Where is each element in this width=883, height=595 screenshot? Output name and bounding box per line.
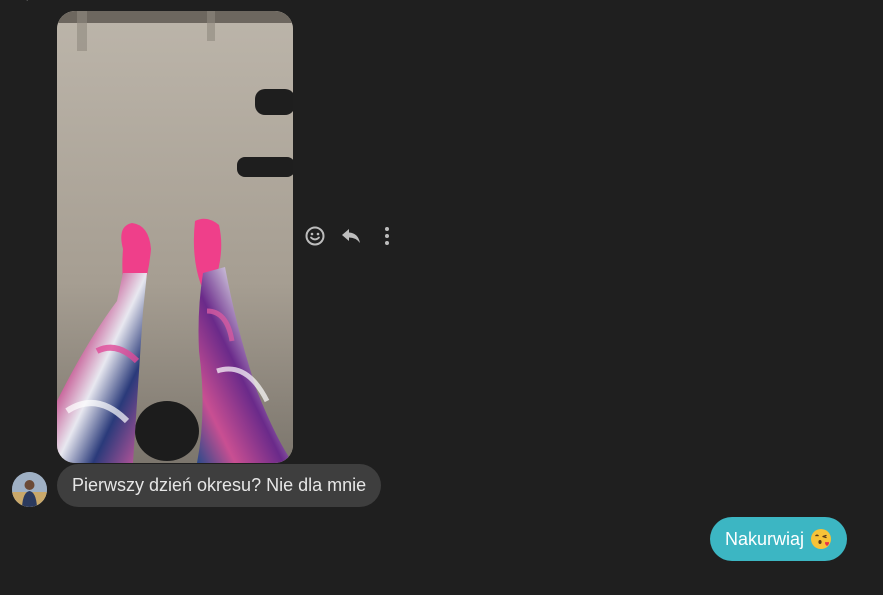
message-actions xyxy=(304,224,398,248)
message-photo[interactable] xyxy=(57,11,293,463)
more-vertical-icon xyxy=(385,227,389,245)
face-blowing-kiss-emoji xyxy=(811,529,831,549)
previous-message-fragment xyxy=(26,0,28,1)
outgoing-message-text: Nakurwiaj xyxy=(724,529,804,549)
smiley-icon xyxy=(305,226,325,246)
reply-icon xyxy=(342,229,360,243)
more-button[interactable] xyxy=(376,224,398,248)
incoming-message-text: Pierwszy dzień okresu? Nie dla mnie xyxy=(72,475,367,495)
reply-button[interactable] xyxy=(340,224,362,248)
react-button[interactable] xyxy=(304,224,326,248)
chat-thread: Pierwszy dzień okresu? Nie dla mnie Naku… xyxy=(0,0,883,595)
avatar[interactable] xyxy=(12,472,47,507)
outgoing-message-bubble[interactable]: Nakurwiaj xyxy=(709,517,847,561)
incoming-message-bubble[interactable]: Pierwszy dzień okresu? Nie dla mnie xyxy=(57,464,382,507)
